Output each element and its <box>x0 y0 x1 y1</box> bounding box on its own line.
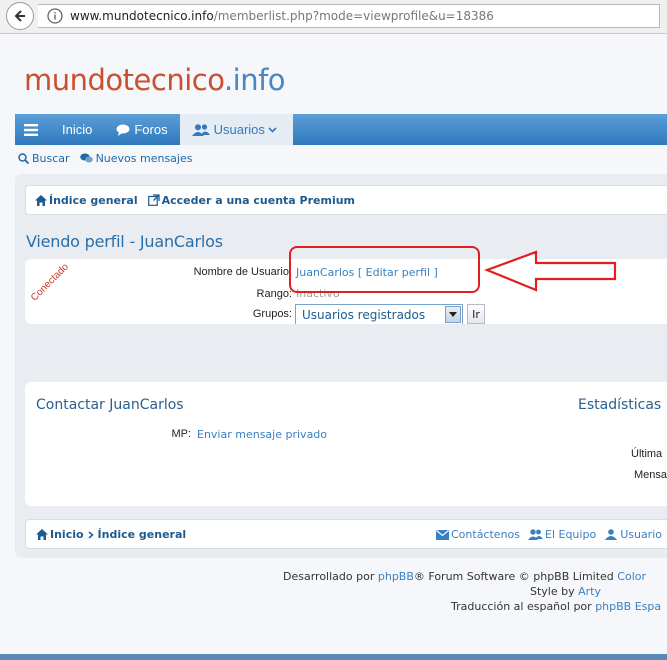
phpbb-espana-link[interactable]: phpBB Espa <box>595 600 661 613</box>
external-link-icon <box>147 194 160 206</box>
chevron-right-icon <box>88 530 94 539</box>
nav-usuarios-label: Usuarios <box>213 122 265 137</box>
quick-links: Buscar Nuevos mensajes <box>18 152 192 165</box>
logo-tld: .info <box>223 63 286 97</box>
user-icon <box>605 529 618 540</box>
footer-team-link[interactable]: El Equipo <box>528 528 596 541</box>
footer-users-label: Usuario <box>620 528 662 541</box>
footer-home-label: Inicio <box>50 528 84 541</box>
info-icon <box>47 8 63 24</box>
stat-last-visit-label: Última <box>631 448 663 460</box>
send-pm-link[interactable]: Enviar mensaje privado <box>197 428 327 441</box>
nav-inicio[interactable]: Inicio <box>50 114 104 145</box>
breadcrumb: Índice general Acceder a una cuenta Prem… <box>25 185 667 215</box>
window-bottom-edge <box>0 654 667 660</box>
footer-team-label: El Equipo <box>545 528 597 541</box>
dropdown-arrow[interactable] <box>445 306 461 323</box>
mp-label: MP: <box>171 428 191 440</box>
arrow-left-icon <box>14 10 25 22</box>
speech-bubble-icon <box>116 124 130 136</box>
credits-style-by: Style by <box>530 585 575 598</box>
credits-translation: Traducción al español por <box>451 600 592 613</box>
footer-links: Contáctenos El Equipo Usuario <box>436 528 662 541</box>
hamburger-icon <box>24 123 38 136</box>
envelope-icon <box>436 529 449 540</box>
nav-inicio-label: Inicio <box>62 122 93 137</box>
breadcrumb-premium[interactable]: Acceder a una cuenta Premium <box>147 193 356 207</box>
credits-powered-by: Desarrollado por <box>283 570 375 583</box>
search-link-label: Buscar <box>32 152 70 165</box>
annotation-arrow-icon <box>484 250 617 292</box>
groups-select[interactable]: Usuarios registrados <box>295 304 463 324</box>
home-icon <box>35 194 47 206</box>
footer-breadcrumb: Inicio Índice general <box>36 528 186 541</box>
contact-title: Contactar JuanCarlos <box>36 397 184 413</box>
rank-label: Rango: <box>256 288 292 300</box>
groups-label: Grupos: <box>252 308 292 320</box>
footer-contact-label: Contáctenos <box>451 528 520 541</box>
arty-link[interactable]: Arty <box>578 585 601 598</box>
search-link[interactable]: Buscar <box>18 152 70 165</box>
credits-line-3: Traducción al español por phpBB Espa <box>451 600 661 613</box>
page: mundotecnico.info Inicio Foros Usuarios … <box>0 34 667 660</box>
users-icon <box>528 529 543 540</box>
browser-toolbar: www.mundotecnico.info/memberlist.php?mod… <box>0 0 667 34</box>
breadcrumb-premium-label: Acceder a una cuenta Premium <box>161 193 356 207</box>
go-button[interactable]: Ir <box>467 304 485 324</box>
url-host: www.mundotecnico.info <box>70 9 214 23</box>
username-label: Nombre de Usuario: <box>193 266 292 278</box>
page-title: Viendo perfil - JuanCarlos <box>26 232 223 251</box>
footer-contact-link[interactable]: Contáctenos <box>436 528 520 541</box>
home-icon <box>36 529 48 540</box>
footer-index-link[interactable]: Índice general <box>98 528 187 541</box>
back-button[interactable] <box>6 2 34 30</box>
main-navbar: Inicio Foros Usuarios <box>15 114 667 145</box>
credits-software: ® Forum Software © phpBB Limited <box>413 570 614 583</box>
nav-usuarios[interactable]: Usuarios <box>179 114 293 145</box>
stat-messages-label: Mensa <box>634 469 667 481</box>
caret-down-icon <box>449 312 457 317</box>
chat-icon <box>79 153 93 163</box>
phpbb-link[interactable]: phpBB <box>378 570 414 583</box>
footer-users-link[interactable]: Usuario <box>604 528 662 541</box>
nav-foros[interactable]: Foros <box>104 114 179 145</box>
content-wrapper: Índice general Acceder a una cuenta Prem… <box>15 174 667 558</box>
menu-button[interactable] <box>15 114 50 145</box>
footer-navbar: Inicio Índice general Contáctenos El Equ… <box>25 519 667 549</box>
search-icon <box>18 153 29 164</box>
breadcrumb-index[interactable]: Índice general <box>35 194 138 207</box>
stats-title: Estadísticas <box>578 397 662 413</box>
users-icon <box>191 123 210 136</box>
address-bar[interactable]: www.mundotecnico.info/memberlist.php?mod… <box>38 4 660 28</box>
credits-line-1: Desarrollado por phpBB® Forum Software ©… <box>283 570 646 583</box>
site-logo[interactable]: mundotecnico.info <box>24 63 286 97</box>
breadcrumb-index-label: Índice general <box>49 193 138 207</box>
groups-selected-value: Usuarios registrados <box>302 307 426 322</box>
new-messages-label: Nuevos mensajes <box>95 152 193 165</box>
url-path: /memberlist.php?mode=viewprofile&u=18386 <box>213 9 494 23</box>
chevron-down-icon <box>268 126 277 133</box>
logo-main: mundotecnico <box>24 63 224 97</box>
new-messages-link[interactable]: Nuevos mensajes <box>79 152 193 165</box>
credits-line-2: Style by Arty <box>530 585 601 598</box>
annotation-highlight-box <box>289 246 480 293</box>
color-link[interactable]: Color <box>617 570 646 583</box>
contact-panel: Contactar JuanCarlos Estadísticas MP: En… <box>25 382 667 506</box>
footer-home-link[interactable]: Inicio <box>36 528 84 541</box>
nav-foros-label: Foros <box>134 122 168 137</box>
